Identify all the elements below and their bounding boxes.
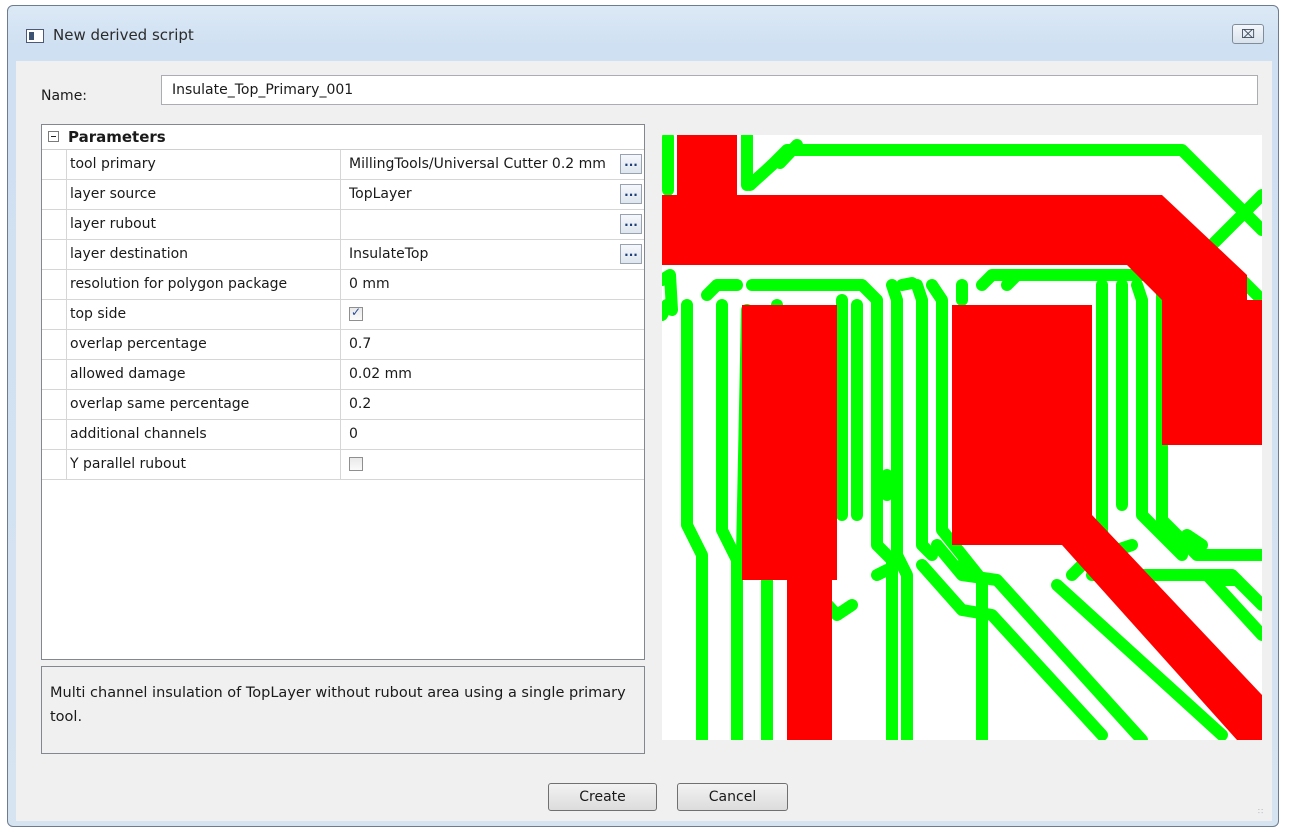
parameter-name: layer rubout	[70, 210, 341, 239]
parameter-row[interactable]: overlap percentage 0.7	[42, 330, 644, 360]
parameter-name: resolution for polygon package	[70, 270, 341, 299]
description-panel: Multi channel insulation of TopLayer wit…	[41, 666, 645, 754]
description-text: Multi channel insulation of TopLayer wit…	[50, 685, 626, 725]
dialog-body: Name: Insulate_Top_Primary_001 Parameter…	[16, 61, 1272, 821]
parameter-value[interactable]: 0.02 mm	[349, 360, 619, 389]
row-gutter	[42, 240, 67, 269]
parameter-row[interactable]: allowed damage 0.02 mm	[42, 360, 644, 390]
window-icon	[26, 29, 44, 43]
parameter-row[interactable]: top side	[42, 300, 644, 330]
close-icon: ⌧	[1241, 27, 1255, 41]
parameter-row[interactable]: layer rubout...	[42, 210, 644, 240]
collapse-icon[interactable]	[48, 131, 59, 142]
parameters-header[interactable]: Parameters	[42, 125, 644, 150]
browse-button[interactable]: ...	[620, 154, 642, 174]
parameter-value[interactable]: MillingTools/Universal Cutter 0.2 mm	[349, 150, 619, 179]
parameter-row[interactable]: additional channels 0	[42, 420, 644, 450]
browse-button[interactable]: ...	[620, 184, 642, 204]
row-gutter	[42, 300, 67, 329]
parameter-checkbox[interactable]	[349, 305, 363, 321]
browse-button[interactable]: ...	[620, 214, 642, 234]
cancel-button[interactable]: Cancel	[677, 783, 788, 811]
layer-preview	[662, 135, 1262, 740]
parameter-row[interactable]: layer destination InsulateTop...	[42, 240, 644, 270]
parameter-row[interactable]: resolution for polygon package 0 mm	[42, 270, 644, 300]
parameter-row[interactable]: tool primary MillingTools/Universal Cutte…	[42, 150, 644, 180]
title-bar[interactable]: New derived script ⌧	[8, 6, 1278, 62]
parameter-value[interactable]: TopLayer	[349, 180, 619, 209]
parameter-value[interactable]: 0	[349, 420, 619, 449]
parameter-name: additional channels	[70, 420, 341, 449]
row-gutter	[42, 150, 67, 179]
browse-button[interactable]: ...	[620, 244, 642, 264]
pcb-preview-graphic	[662, 135, 1262, 740]
parameter-row[interactable]: layer source TopLayer...	[42, 180, 644, 210]
parameters-header-label: Parameters	[68, 128, 166, 146]
create-button[interactable]: Create	[548, 783, 657, 811]
parameters-grid: Parameters tool primary MillingTools/Univ…	[41, 124, 645, 660]
row-gutter	[42, 390, 67, 419]
parameter-value[interactable]: 0 mm	[349, 270, 619, 299]
parameter-name: layer destination	[70, 240, 341, 269]
dialog-window: New derived script ⌧ Name: Insulate_Top_…	[7, 5, 1279, 827]
row-gutter	[42, 420, 67, 449]
resize-grip-icon[interactable]: ∷	[1258, 807, 1268, 817]
parameter-name: Y parallel rubout	[70, 450, 341, 479]
name-label: Name:	[41, 88, 88, 104]
parameter-name: tool primary	[70, 150, 341, 179]
row-gutter	[42, 210, 67, 239]
window-title: New derived script	[53, 26, 194, 44]
row-gutter	[42, 270, 67, 299]
parameter-checkbox[interactable]	[349, 457, 363, 471]
parameter-name: overlap same percentage	[70, 390, 341, 419]
parameter-value[interactable]: InsulateTop	[349, 240, 619, 269]
row-gutter	[42, 330, 67, 359]
parameter-name: layer source	[70, 180, 341, 209]
row-gutter	[42, 360, 67, 389]
parameter-value[interactable]: 0.7	[349, 330, 619, 359]
row-gutter	[42, 180, 67, 209]
parameter-value[interactable]	[349, 210, 619, 239]
row-gutter	[42, 450, 67, 479]
parameter-name: overlap percentage	[70, 330, 341, 359]
close-button[interactable]: ⌧	[1232, 24, 1264, 44]
parameter-row[interactable]: overlap same percentage 0.2	[42, 390, 644, 420]
parameter-name: allowed damage	[70, 360, 341, 389]
parameter-value[interactable]: 0.2	[349, 390, 619, 419]
name-input[interactable]: Insulate_Top_Primary_001	[161, 75, 1258, 105]
parameter-row[interactable]: Y parallel rubout	[42, 450, 644, 480]
parameter-name: top side	[70, 300, 341, 329]
